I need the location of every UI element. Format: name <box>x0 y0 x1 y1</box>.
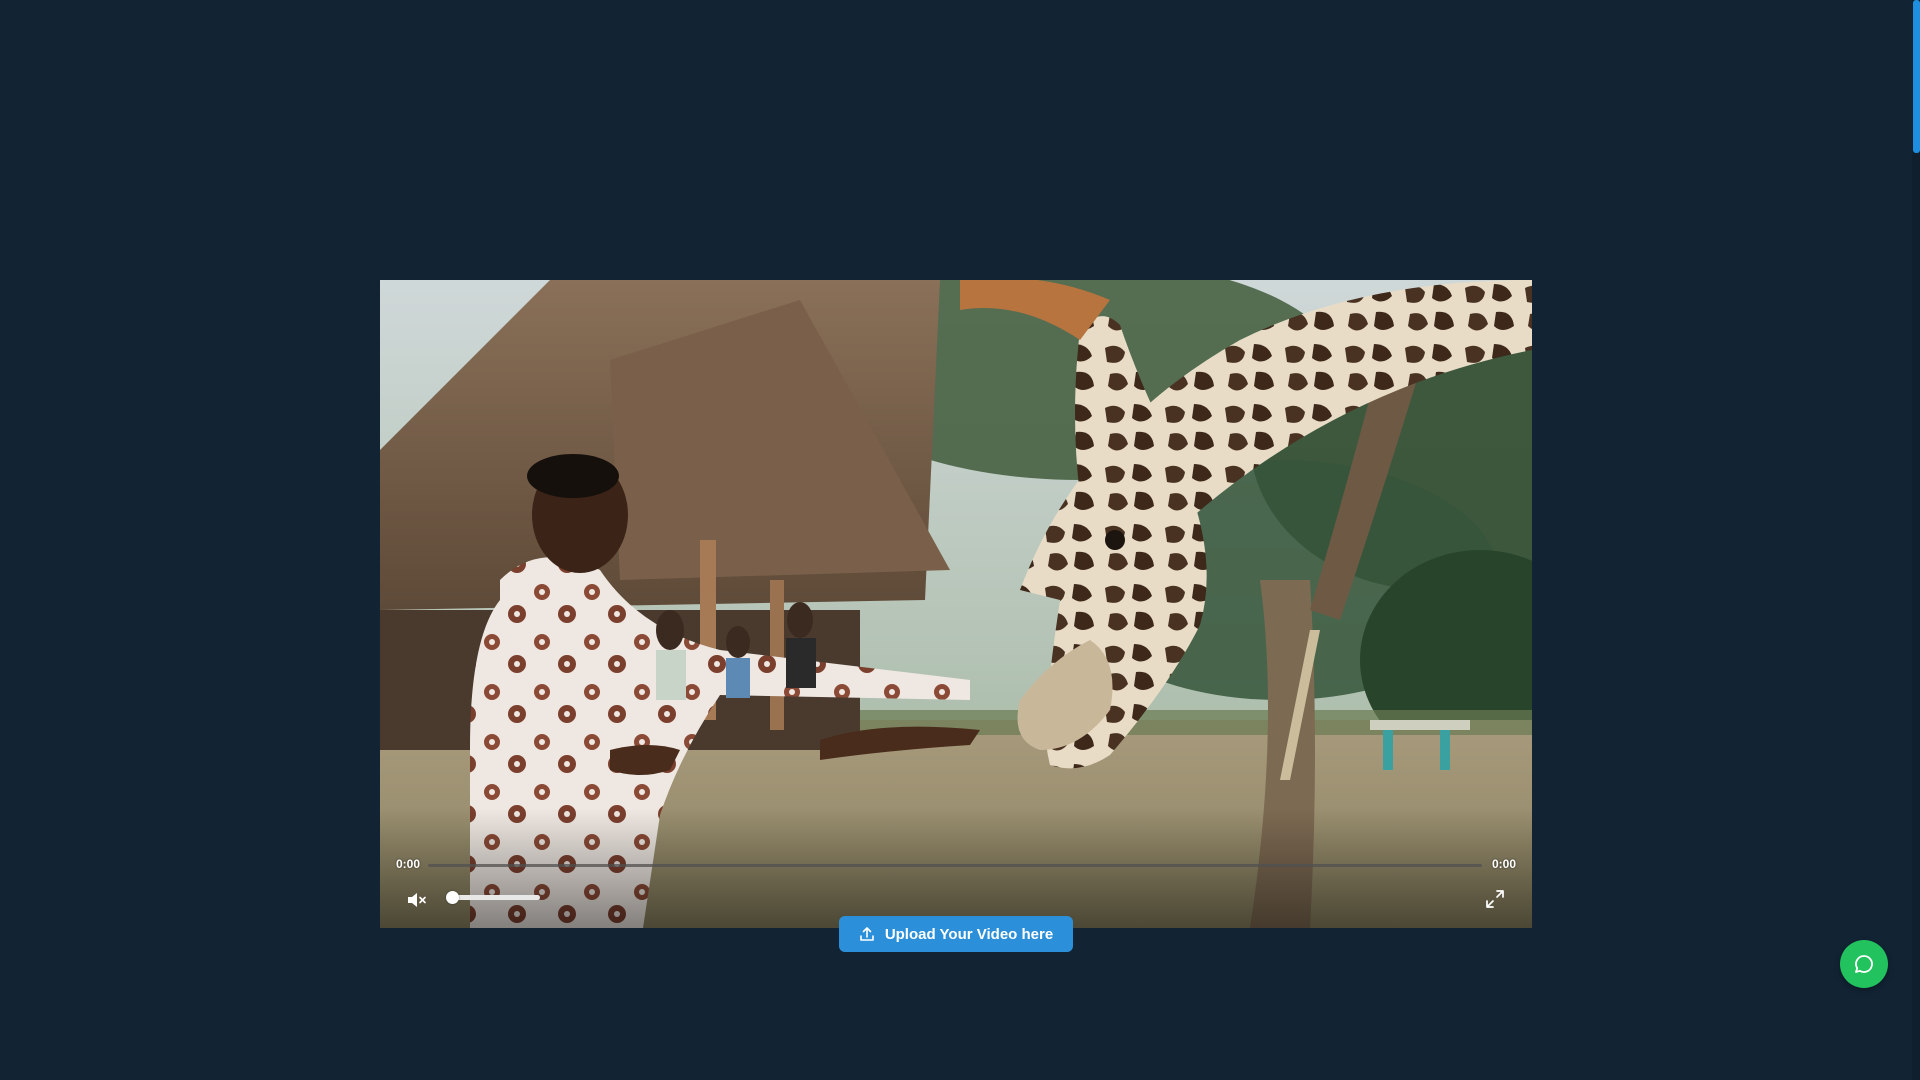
upload-icon <box>860 927 874 941</box>
upload-video-button[interactable]: Upload Your Video here <box>839 916 1073 952</box>
scrollbar-thumb[interactable] <box>1913 0 1920 153</box>
page-scrollbar[interactable] <box>1912 0 1920 1080</box>
volume-slider[interactable] <box>446 891 540 904</box>
volume-muted-icon <box>408 893 426 907</box>
controls-overlay <box>380 808 1532 928</box>
page: 0:00 0:00 Upload Your Video here <box>0 0 1920 1080</box>
chat-button[interactable] <box>1840 940 1888 988</box>
seek-bar[interactable] <box>428 864 1482 867</box>
mute-button[interactable] <box>404 888 428 912</box>
chat-bubble-icon <box>1855 955 1873 973</box>
fullscreen-icon <box>1486 890 1504 908</box>
current-time: 0:00 <box>396 857 421 871</box>
volume-slider-handle[interactable] <box>446 891 459 904</box>
fullscreen-button[interactable] <box>1484 888 1506 910</box>
video-player[interactable]: 0:00 0:00 <box>380 280 1532 928</box>
upload-video-label: Upload Your Video here <box>884 925 1054 943</box>
duration-time: 0:00 <box>1491 857 1516 871</box>
